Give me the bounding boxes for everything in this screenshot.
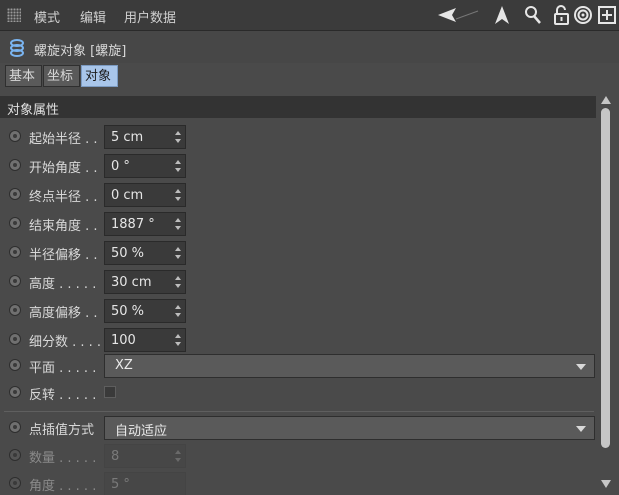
scroll-thumb[interactable] (601, 108, 610, 448)
keyframe-radio[interactable] (9, 421, 21, 433)
field-value: 100 (111, 333, 136, 348)
search-icon[interactable] (523, 5, 543, 25)
row-plane: 平面 . . . . . XZ (0, 352, 596, 380)
field-label: 细分数 . . . . (29, 335, 102, 350)
grip-icon[interactable] (7, 8, 21, 22)
row-radius-bias: 半径偏移 . . 50 % (0, 239, 596, 267)
select-value: XZ (115, 358, 133, 373)
reverse-checkbox[interactable] (104, 386, 116, 398)
object-header: 螺旋对象 [螺旋] (0, 31, 619, 63)
start-angle-input[interactable]: 0 ° (104, 154, 186, 178)
field-label: 平面 . . . . . (29, 361, 97, 376)
keyframe-radio[interactable] (9, 304, 21, 316)
spinner-icon[interactable] (175, 218, 181, 230)
end-angle-input[interactable]: 1887 ° (104, 212, 186, 236)
menu-userdata[interactable]: 用户数据 (124, 7, 176, 26)
spinner-icon[interactable] (175, 189, 181, 201)
subdivisions-input[interactable]: 100 (104, 328, 186, 352)
tab-coord[interactable]: 坐标 (43, 65, 80, 87)
field-value: 5 cm (111, 130, 144, 145)
keyframe-radio (9, 477, 21, 489)
field-value: 8 (111, 449, 120, 464)
spinner-icon[interactable] (175, 247, 181, 259)
row-count: 数量 . . . . . 8 (0, 442, 596, 470)
field-value: 1887 ° (111, 217, 155, 232)
row-interpolation: 点插值方式 自动适应 (0, 414, 596, 442)
scroll-up-icon[interactable] (601, 96, 611, 104)
spinner-icon[interactable] (175, 334, 181, 346)
row-height-bias: 高度偏移 . . 50 % (0, 297, 596, 325)
section-header: 对象属性 (0, 96, 596, 118)
row-end-angle: 结束角度 . . 1887 ° (0, 210, 596, 238)
new-panel-icon[interactable] (597, 5, 617, 25)
helix-icon (10, 39, 24, 57)
row-end-radius: 终点半径 . . 0 cm (0, 181, 596, 209)
spinner-icon[interactable] (175, 305, 181, 317)
back-arrow-icon[interactable] (438, 5, 480, 25)
interpolation-select[interactable]: 自动适应 (104, 416, 595, 440)
field-value: 30 cm (111, 275, 152, 290)
divider (4, 411, 594, 412)
keyframe-radio[interactable] (9, 275, 21, 287)
chevron-down-icon (576, 426, 586, 432)
field-label: 结束角度 . . (29, 219, 98, 234)
up-arrow-icon[interactable] (492, 5, 512, 25)
start-radius-input[interactable]: 5 cm (104, 125, 186, 149)
radius-bias-input[interactable]: 50 % (104, 241, 186, 265)
scrollbar[interactable] (598, 96, 615, 490)
field-label: 数量 . . . . . (29, 451, 97, 466)
chevron-down-icon (576, 364, 586, 370)
field-value: 0 ° (111, 159, 130, 174)
field-value: 5 ° (111, 477, 130, 492)
field-value: 50 % (111, 304, 145, 319)
select-value: 自动适应 (115, 424, 168, 439)
field-label: 高度 . . . . . (29, 277, 97, 292)
keyframe-radio (9, 449, 21, 461)
spinner-icon[interactable] (175, 276, 181, 288)
menu-bar: 模式 编辑 用户数据 (0, 0, 619, 31)
scroll-down-icon[interactable] (601, 480, 611, 488)
field-value: 50 % (111, 246, 145, 261)
unlock-icon[interactable] (552, 5, 572, 25)
tab-basic[interactable]: 基本 (5, 65, 42, 87)
row-reverse: 反转 . . . . . (0, 379, 596, 407)
field-label: 高度偏移 . . (29, 306, 98, 321)
end-radius-input[interactable]: 0 cm (104, 183, 186, 207)
row-height: 高度 . . . . . 30 cm (0, 268, 596, 296)
keyframe-radio[interactable] (9, 217, 21, 229)
menu-edit[interactable]: 编辑 (80, 7, 106, 26)
tab-object[interactable]: 对象 (81, 65, 118, 87)
height-bias-input[interactable]: 50 % (104, 299, 186, 323)
menu-mode[interactable]: 模式 (34, 7, 60, 26)
target-icon[interactable] (573, 5, 593, 25)
keyframe-radio[interactable] (9, 159, 21, 171)
keyframe-radio[interactable] (9, 130, 21, 142)
plane-select[interactable]: XZ (104, 354, 595, 378)
field-label: 开始角度 . . (29, 161, 98, 176)
keyframe-radio[interactable] (9, 188, 21, 200)
height-input[interactable]: 30 cm (104, 270, 186, 294)
keyframe-radio[interactable] (9, 386, 21, 398)
object-title: 螺旋对象 [螺旋] (34, 44, 127, 59)
field-value: 0 cm (111, 188, 144, 203)
count-input: 8 (104, 444, 186, 468)
field-label: 起始半径 . . (29, 132, 98, 147)
spinner-icon (175, 450, 181, 462)
field-label: 反转 . . . . . (29, 388, 97, 403)
angle-input: 5 ° (104, 472, 186, 495)
section-title: 对象属性 (7, 103, 60, 118)
field-label: 半径偏移 . . (29, 248, 98, 263)
field-label: 点插值方式 (29, 423, 95, 438)
row-start-radius: 起始半径 . . 5 cm (0, 123, 596, 151)
field-label: 角度 . . . . . (29, 479, 97, 494)
row-angle: 角度 . . . . . 5 ° (0, 470, 596, 495)
field-label: 终点半径 . . (29, 190, 98, 205)
row-start-angle: 开始角度 . . 0 ° (0, 152, 596, 180)
keyframe-radio[interactable] (9, 359, 21, 371)
keyframe-radio[interactable] (9, 246, 21, 258)
spinner-icon[interactable] (175, 160, 181, 172)
row-subdivisions: 细分数 . . . . 100 (0, 326, 596, 354)
keyframe-radio[interactable] (9, 333, 21, 345)
spinner-icon[interactable] (175, 131, 181, 143)
